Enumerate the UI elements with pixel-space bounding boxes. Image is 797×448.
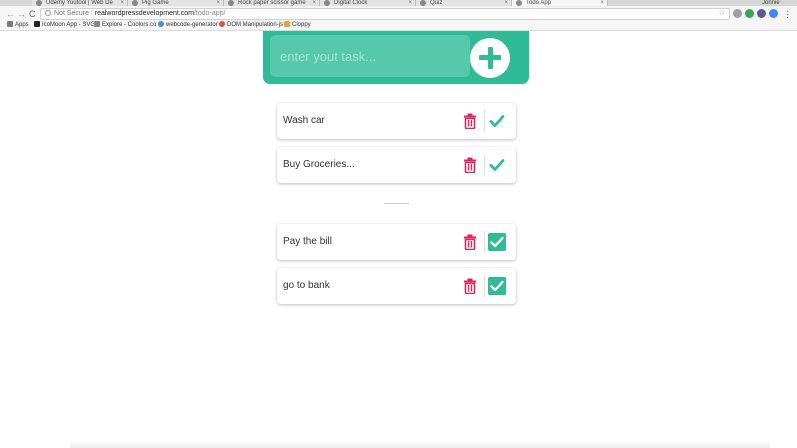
trash-icon[interactable] xyxy=(463,234,477,250)
tab-rock-paper-scissor[interactable]: Rock paper scissor game × xyxy=(224,0,320,6)
checked-box-icon[interactable] xyxy=(488,277,506,295)
checked-box-icon[interactable] xyxy=(488,233,506,251)
url-field[interactable]: Not Secure | realwordpressdevelopment.co… xyxy=(40,8,730,20)
profile-name[interactable]: Jonnie xyxy=(760,0,797,6)
bookmark-icomoon[interactable]: IcoMoon App - SVG xyxy=(34,21,95,30)
tab-favicon-icon xyxy=(228,0,234,6)
todo-item-text: Buy Groceries... xyxy=(283,159,355,170)
bookmark-webcode-generator[interactable]: webcode-generator xyxy=(158,21,218,30)
tab-favicon-icon xyxy=(516,0,522,6)
divider xyxy=(484,231,485,253)
completed-item-text: Pay the bill xyxy=(283,236,332,247)
tab-favicon-icon xyxy=(420,0,426,6)
back-icon[interactable]: ← xyxy=(6,8,15,20)
coolors-icon xyxy=(94,21,100,27)
tab-quiz[interactable]: Quiz × xyxy=(416,0,512,6)
bookmark-dom-manipulation[interactable]: DOM Manipulation-js xyxy=(219,21,283,30)
extension-icon[interactable] xyxy=(769,9,778,18)
trash-icon[interactable] xyxy=(463,278,477,294)
divider xyxy=(484,275,485,297)
completed-item: go to bank xyxy=(277,268,516,304)
tab-favicon-icon xyxy=(324,0,330,6)
close-tab-icon[interactable]: × xyxy=(312,0,316,6)
webcode-icon xyxy=(158,21,164,27)
close-tab-icon[interactable]: × xyxy=(600,0,604,6)
close-tab-icon[interactable]: × xyxy=(408,0,412,6)
add-task-button[interactable] xyxy=(470,38,510,78)
tab-digital-clock[interactable]: Digital Clock × xyxy=(320,0,416,6)
extension-icon[interactable] xyxy=(757,9,766,18)
icomoon-icon xyxy=(34,21,40,27)
reload-icon[interactable]: C xyxy=(29,8,36,20)
plus-icon xyxy=(487,47,493,69)
forward-icon[interactable]: → xyxy=(17,8,26,20)
completed-item: Pay the bill xyxy=(277,224,516,260)
bookmark-cloppy[interactable]: Cloppy xyxy=(284,21,311,30)
tab-todo-app[interactable]: Todo App × xyxy=(512,0,608,6)
list-divider xyxy=(384,203,409,204)
cloppy-icon xyxy=(284,21,290,27)
url-host: realwordpressdevelopment.com xyxy=(94,10,194,17)
extension-icon[interactable] xyxy=(745,9,754,18)
apps-grid-icon xyxy=(7,21,13,27)
todo-item: Wash car xyxy=(277,103,516,139)
bookmark-star-icon[interactable]: ☆ xyxy=(719,9,725,19)
divider xyxy=(484,154,485,176)
trash-icon[interactable] xyxy=(463,157,477,173)
menu-icon[interactable]: ⋮ xyxy=(783,8,792,20)
page-bottom-edge xyxy=(70,441,770,448)
trash-icon[interactable] xyxy=(463,113,477,129)
close-tab-icon[interactable]: × xyxy=(504,0,508,6)
check-icon[interactable] xyxy=(488,156,506,174)
completed-item-text: go to bank xyxy=(283,280,330,291)
bookmark-coolors[interactable]: Explore - Coolors.co xyxy=(94,21,156,30)
dom-icon xyxy=(219,21,225,27)
extension-icon[interactable] xyxy=(733,9,742,18)
info-icon xyxy=(45,10,51,16)
url-path: /todo-app/ xyxy=(193,10,226,17)
close-tab-icon[interactable]: × xyxy=(216,0,220,6)
task-input[interactable] xyxy=(270,35,470,77)
bookmark-apps[interactable]: Apps xyxy=(7,21,29,30)
security-label: Not Secure xyxy=(54,10,90,17)
tab-pig-game[interactable]: Pig Game × xyxy=(128,0,224,6)
tab-udemy[interactable]: Udemy Youtool | Web De × xyxy=(32,0,128,6)
todo-item-text: Wash car xyxy=(283,115,325,126)
divider xyxy=(484,110,485,132)
tab-favicon-icon xyxy=(36,0,42,6)
close-tab-icon[interactable]: × xyxy=(120,0,124,6)
todo-item: Buy Groceries... xyxy=(277,147,516,183)
check-icon[interactable] xyxy=(488,112,506,130)
tab-favicon-icon xyxy=(132,0,138,6)
tab-bar: Udemy Youtool | Web De × Pig Game × Rock p… xyxy=(0,0,797,6)
